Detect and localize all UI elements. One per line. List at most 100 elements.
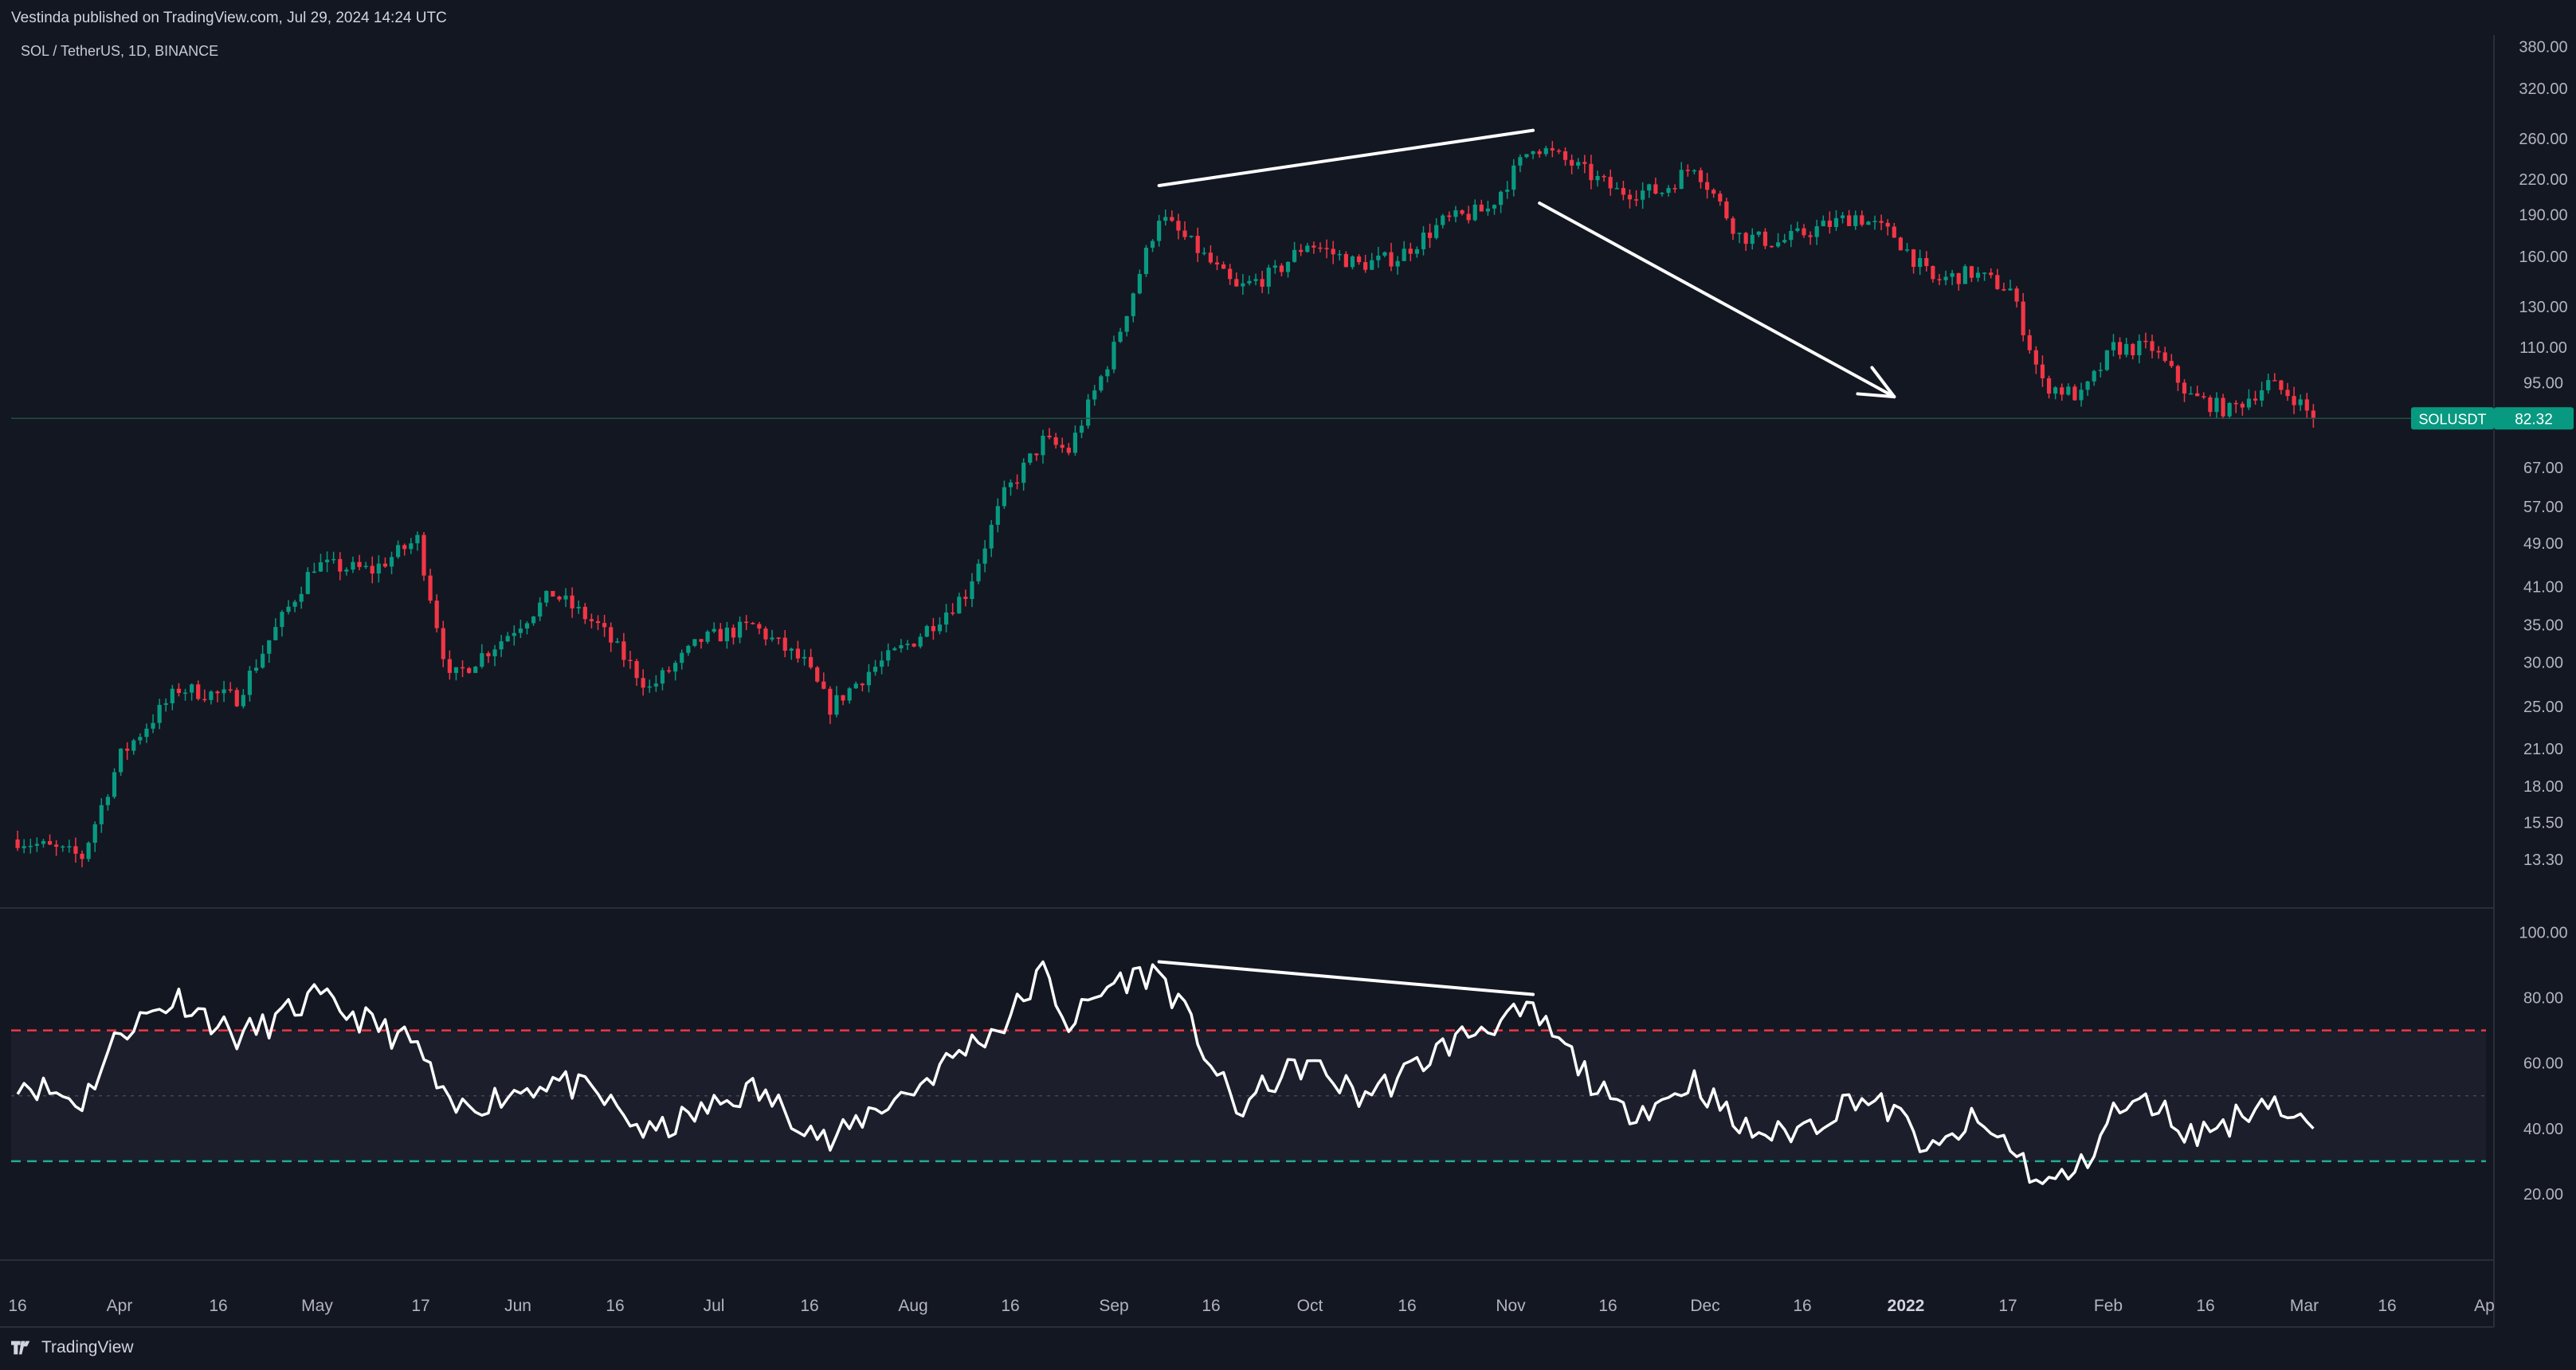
candle-body [209, 691, 214, 700]
candle-body [182, 692, 188, 695]
candle-body [1743, 233, 1748, 245]
candle-body [228, 689, 233, 691]
rsi-tick-label: 100.00 [2519, 925, 2567, 942]
candle-body [1214, 262, 1220, 265]
candle-body [1685, 170, 1690, 171]
candle-body [1524, 154, 1529, 158]
candle-body [73, 846, 78, 854]
candle-body [2137, 340, 2142, 356]
candle-body [1350, 256, 1355, 268]
candle-body [1924, 258, 1929, 267]
candle-body [1989, 272, 1994, 276]
candle-body [1762, 231, 1768, 246]
candle-body [1995, 275, 2000, 289]
candle-body [563, 595, 568, 600]
candle-body [28, 845, 33, 847]
candle-body [1382, 252, 1387, 256]
candle-body [144, 728, 149, 738]
candle-body [376, 563, 381, 574]
candle-body [1602, 175, 1606, 178]
candle-body [1653, 184, 1658, 194]
candle-body [1950, 272, 1955, 277]
candle-body [712, 628, 716, 632]
candle-body [1376, 255, 1381, 260]
candle-body [2098, 370, 2103, 371]
candle-body [570, 595, 574, 609]
candle-body [2131, 343, 2135, 356]
candle-body [1614, 188, 1619, 190]
candle-body [1595, 175, 1600, 181]
candle-body [486, 653, 491, 656]
candle-body [802, 656, 807, 659]
candle-body [215, 691, 220, 694]
candle-body [1253, 279, 1258, 281]
candle-body [1112, 342, 1116, 370]
candle-body [61, 846, 65, 848]
price-tick-label: 380.00 [2519, 39, 2567, 57]
candle-body [1821, 220, 1825, 227]
candle-body [2227, 402, 2232, 417]
candle-body [67, 846, 72, 847]
candle-body [621, 641, 626, 660]
candle-body [1292, 249, 1297, 262]
candle-body [1937, 279, 1942, 280]
candle-body [1118, 331, 1123, 342]
candle-body [1769, 245, 1774, 248]
candle-body [196, 684, 201, 699]
candle-body [2162, 352, 2167, 362]
candle-body [931, 625, 935, 632]
candle-body [505, 636, 510, 642]
candle-body [1931, 266, 1935, 280]
candle-body [1356, 256, 1362, 263]
tradingview-logo[interactable]: TradingView [11, 1338, 134, 1357]
candle-body [1975, 272, 1981, 278]
trend-arrow[interactable] [1538, 202, 1896, 399]
price-tick-label: 18.00 [2523, 778, 2563, 796]
price-trendline[interactable] [1157, 128, 1535, 187]
candle-body [1028, 453, 1033, 463]
candle-body [976, 563, 981, 581]
candle-body [1808, 235, 1813, 237]
candle-body [834, 695, 839, 715]
candle-body [1021, 462, 1026, 483]
candle-body [982, 548, 987, 564]
candle-body [1079, 425, 1084, 433]
candle-body [1679, 170, 1684, 190]
chart-canvas[interactable]: 380.00 320.00 260.00 220.00 190.00 160.00 130.… [0, 0, 2576, 1370]
candle-body [453, 667, 459, 673]
candle-body [428, 575, 433, 601]
candle-body [808, 656, 814, 667]
time-tick-label: Dec [1690, 1297, 1719, 1315]
candle-body [770, 637, 774, 640]
candle-body [544, 590, 549, 603]
candle-body [705, 631, 710, 642]
candle-body [1002, 487, 1006, 507]
candle-body [2311, 410, 2315, 419]
candle-body [1131, 293, 1135, 316]
candle-body [286, 606, 291, 613]
time-tick-label: Sep [1099, 1297, 1128, 1315]
time-tick-label: Jul [704, 1297, 725, 1315]
candle-body [382, 563, 388, 567]
candle-body [1537, 151, 1542, 155]
candle-body [872, 667, 878, 672]
candle-body [1704, 182, 1710, 190]
candle-body [2304, 399, 2309, 411]
candle-body [1621, 188, 1625, 195]
candle-body [512, 632, 516, 636]
candle-body [905, 644, 910, 645]
candle-body [1570, 159, 1574, 166]
candle-body [1833, 217, 1839, 227]
candle-body [1460, 210, 1464, 214]
candle-body [1124, 315, 1129, 332]
candle-body [473, 667, 478, 673]
candle-body [731, 628, 736, 638]
candle-body [815, 667, 820, 682]
candle-body [2233, 402, 2238, 405]
candle-body [467, 667, 472, 673]
symbol-tag-label: SOLUSDT [2418, 411, 2486, 427]
price-tick-label: 57.00 [2523, 499, 2563, 516]
candle-body [1847, 215, 1852, 226]
rsi-trendline[interactable] [1157, 960, 1535, 996]
candle-body [1331, 249, 1335, 255]
